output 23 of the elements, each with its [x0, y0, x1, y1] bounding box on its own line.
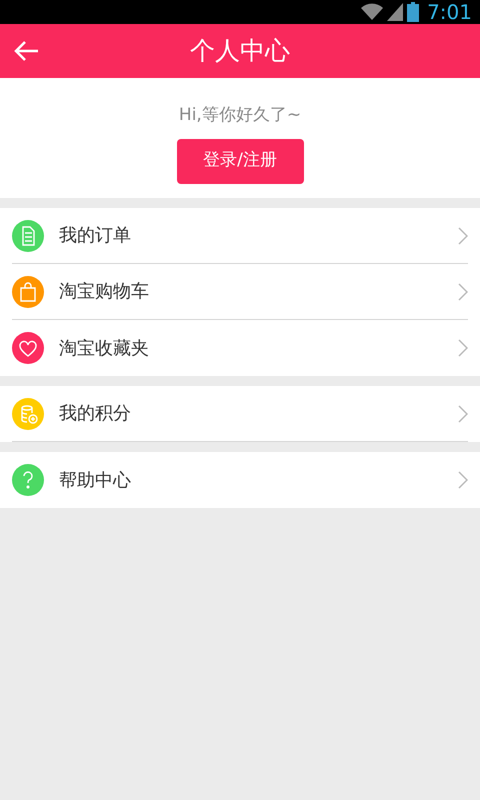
chevron-right-icon: [458, 404, 468, 422]
login-button[interactable]: 登录/注册: [176, 138, 304, 184]
battery-icon: [407, 2, 420, 22]
chevron-right-icon: [458, 471, 468, 489]
menu-item[interactable]: 帮助中心: [0, 452, 480, 508]
menu-item[interactable]: 淘宝收藏夹: [0, 320, 480, 376]
page-title: 个人中心: [190, 35, 290, 68]
chevron-right-icon: [458, 282, 468, 300]
chevron-right-icon: [458, 339, 468, 357]
menu-label: 淘宝收藏夹: [59, 336, 149, 360]
menu-label: 淘宝购物车: [59, 280, 149, 304]
menu-label: 我的订单: [59, 224, 131, 248]
chevron-right-icon: [458, 226, 468, 244]
wifi-icon: [361, 3, 384, 21]
status-time: 7:01: [427, 2, 472, 22]
signal-icon: [387, 3, 404, 21]
back-arrow-icon: [13, 40, 39, 62]
menu-label: 帮助中心: [59, 468, 131, 492]
menu-item[interactable]: 淘宝购物车: [0, 264, 480, 320]
greeting-text: Hi,等你好久了~: [178, 104, 302, 127]
menu-item[interactable]: 我的订单: [0, 208, 480, 264]
menu-label: 我的积分: [59, 402, 131, 426]
menu-item[interactable]: 我的积分: [0, 386, 480, 442]
